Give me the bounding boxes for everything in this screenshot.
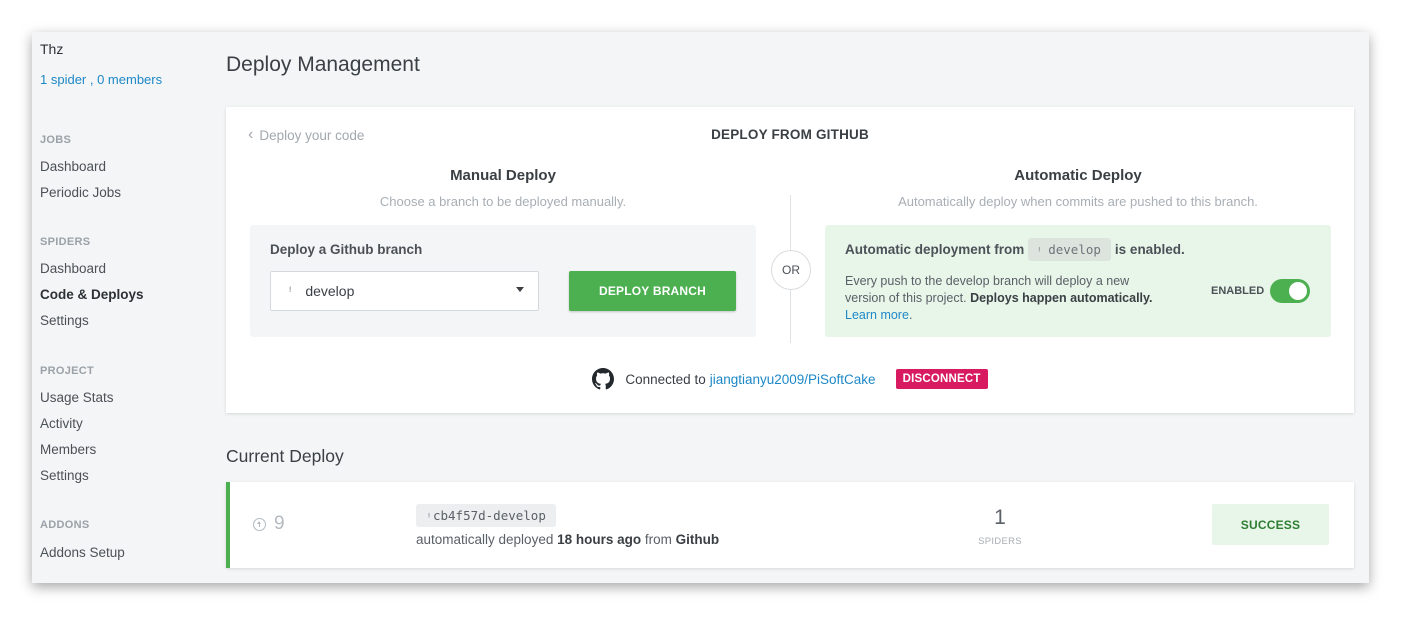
branch-select-value: develop <box>305 283 355 299</box>
sidebar-item-project-settings[interactable]: Settings <box>40 468 89 483</box>
commit-time: 18 hours ago <box>557 532 642 547</box>
commit-chip: ᵎ cb4f57d-develop <box>416 504 556 527</box>
spiders-count: 1 <box>994 506 1006 529</box>
nav-heading-addons: ADDONS <box>40 519 90 531</box>
caret-down-icon <box>516 287 524 292</box>
page-title: Deploy Management <box>226 53 420 76</box>
branch-select[interactable]: ᵎ develop <box>270 271 539 311</box>
arrow-up-circle-icon <box>253 517 266 531</box>
deploy-number-value: 9 <box>274 513 285 534</box>
sidebar-item-code-deploys[interactable]: Code & Deploys <box>40 287 144 302</box>
git-branch-icon: ᵎ <box>428 510 430 523</box>
status-badge: SUCCESS <box>1212 504 1329 545</box>
auto-deploy-toggle[interactable] <box>1270 279 1310 303</box>
manual-deploy-box: Deploy a Github branch ᵎ develop DEPLOY … <box>250 225 756 337</box>
org-name: Thz <box>40 41 64 57</box>
app-window: Thz 1 spider , 0 members JOBS Dashboard … <box>32 32 1369 583</box>
current-deploy-title: Current Deploy <box>226 446 344 466</box>
learn-more-link[interactable]: Learn more <box>845 308 909 322</box>
commit-info-mid: from <box>644 532 672 547</box>
sidebar-item-activity[interactable]: Activity <box>40 416 83 431</box>
card-title: DEPLOY FROM GITHUB <box>711 127 869 142</box>
auto-desc-bold: Deploys happen automatically. <box>970 291 1153 305</box>
git-branch-icon: ᵎ <box>289 283 292 299</box>
sidebar-item-spiders-dashboard[interactable]: Dashboard <box>40 261 106 276</box>
deploy-number: 9 <box>253 513 285 535</box>
sidebar-item-spiders-settings[interactable]: Settings <box>40 313 89 328</box>
sidebar-item-addons-setup[interactable]: Addons Setup <box>40 545 125 560</box>
commit-id: cb4f57d-develop <box>432 508 546 523</box>
manual-deploy-label: Deploy a Github branch <box>270 242 423 257</box>
sidebar-item-usage-stats[interactable]: Usage Stats <box>40 390 114 405</box>
spiders-label: SPIDERS <box>978 536 1022 547</box>
nav-heading-jobs: JOBS <box>40 134 72 146</box>
automatic-deploy-box: Automatic deployment from ᵎ develop is en… <box>825 225 1331 337</box>
nav-heading-spiders: SPIDERS <box>40 236 91 248</box>
git-branch-icon: ᵎ <box>1038 244 1041 257</box>
disconnect-button[interactable]: DISCONNECT <box>895 369 988 389</box>
auto-branch-name: develop <box>1048 242 1101 257</box>
repo-link[interactable]: jiangtianyu2009/PiSoftCake <box>710 372 876 387</box>
automatic-deploy-description: Every push to the develop branch will de… <box>845 273 1165 324</box>
deploy-card: ‹ Deploy your code DEPLOY FROM GITHUB Ma… <box>226 107 1354 413</box>
automatic-deploy-title: Automatic Deploy <box>1014 167 1142 184</box>
nav-heading-project: PROJECT <box>40 365 95 377</box>
commit-info-prefix: automatically deployed <box>416 532 554 547</box>
or-separator: OR <box>771 250 811 290</box>
commit-info: automatically deployed 18 hours ago from… <box>416 532 719 547</box>
sidebar-item-periodic-jobs[interactable]: Periodic Jobs <box>40 185 121 200</box>
github-icon <box>592 368 615 390</box>
automatic-deploy-status: Automatic deployment from ᵎ develop is en… <box>845 238 1185 261</box>
connected-prefix: Connected to <box>625 371 706 387</box>
auto-line-suffix: is enabled. <box>1114 242 1185 257</box>
toggle-knob <box>1289 282 1307 300</box>
org-meta-link[interactable]: 1 spider , 0 members <box>40 72 162 87</box>
learn-more-suffix: . <box>908 308 913 322</box>
github-connection: Connected to jiangtianyu2009/PiSoftCake … <box>226 368 1354 390</box>
manual-deploy-title: Manual Deploy <box>450 167 556 184</box>
commit-source: Github <box>675 532 720 547</box>
deploy-branch-button[interactable]: DEPLOY BRANCH <box>569 271 736 311</box>
sidebar-item-jobs-dashboard[interactable]: Dashboard <box>40 159 106 174</box>
auto-branch-chip: ᵎ develop <box>1028 238 1111 261</box>
sidebar-item-members[interactable]: Members <box>40 442 96 457</box>
sidebar: Thz 1 spider , 0 members JOBS Dashboard … <box>32 32 222 583</box>
toggle-label: ENABLED <box>1211 285 1265 297</box>
automatic-deploy-subtitle: Automatically deploy when commits are pu… <box>898 194 1258 209</box>
manual-deploy-subtitle: Choose a branch to be deployed manually. <box>379 194 627 209</box>
current-deploy-row[interactable]: 9 ᵎ cb4f57d-develop automatically deploye… <box>226 482 1354 568</box>
auto-line-prefix: Automatic deployment from <box>845 242 1025 257</box>
